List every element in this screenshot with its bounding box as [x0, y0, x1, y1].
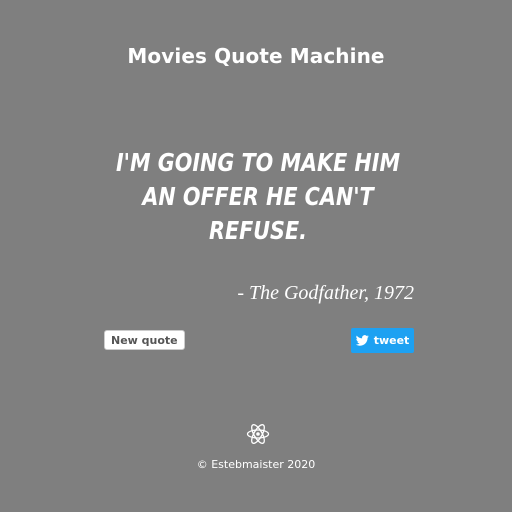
quote-author: - The Godfather, 1972 [237, 282, 414, 304]
app-title: Movies Quote Machine [127, 44, 385, 68]
quote-box: I'm going to make him an offer he can't … [98, 146, 418, 356]
react-atom-icon [246, 422, 270, 446]
footer-copyright: © Estebmaister 2020 [196, 458, 316, 471]
twitter-bird-icon [355, 335, 369, 346]
tweet-button-label: tweet [373, 334, 410, 347]
quote-text: I'm going to make him an offer he can't … [115, 148, 401, 245]
new-quote-button[interactable]: New quote [104, 330, 185, 350]
tweet-button[interactable]: tweet [351, 328, 414, 353]
